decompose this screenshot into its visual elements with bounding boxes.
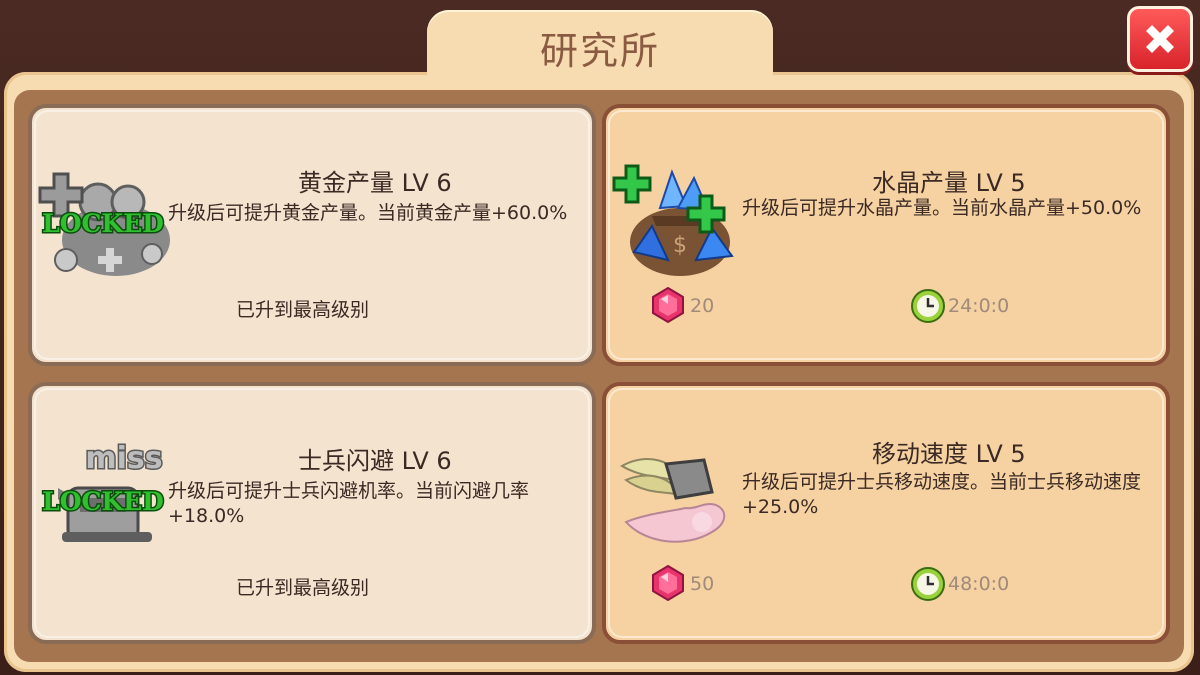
card-title: 移动速度 LV 5: [872, 440, 1026, 468]
locked-badge: LOCKED: [38, 484, 168, 522]
research-card-dodge: miss LOCKED 士兵闪避 LV 6 升级后可提升士兵闪避机率。当前闪避几…: [28, 382, 596, 644]
miss-label: miss: [85, 441, 162, 476]
locked-label: LOCKED: [42, 209, 164, 238]
card-description: 升级后可提升水晶产量。当前水晶产量+50.0%: [742, 197, 1142, 219]
card-title: 水晶产量 LV 5: [872, 169, 1026, 197]
max-level-status: 已升到最高级别: [236, 577, 370, 599]
svg-text:$: $: [673, 233, 687, 258]
locked-label: LOCKED: [42, 487, 164, 516]
close-button[interactable]: [1127, 6, 1193, 72]
research-card-crystal[interactable]: $ 水晶产量 LV 5 升级后可提升水晶产量。当前水晶产量+50.0% 20 2…: [602, 104, 1170, 366]
research-card-speed[interactable]: 移动速度 LV 5 升级后可提升士兵移动速度。当前士兵移动速度+25.0% 50…: [602, 382, 1170, 644]
max-level-status: 已升到最高级别: [236, 299, 370, 321]
winged-boot-icon: [616, 452, 740, 556]
card-description: 升级后可提升黄金产量。当前黄金产量+60.0%: [168, 202, 568, 224]
card-description: 升级后可提升士兵移动速度。当前士兵移动速度+25.0%: [742, 471, 1142, 518]
upgrade-time: 48:0:0: [948, 573, 1010, 595]
gem-cost: 20: [690, 295, 715, 317]
card-title: 士兵闪避 LV 6: [298, 447, 452, 475]
gem-icon: [650, 564, 686, 606]
card-description: 升级后可提升士兵闪避机率。当前闪避几率+18.0%: [168, 480, 530, 527]
clock-icon: [910, 288, 946, 328]
research-card-gold: LOCKED 黄金产量 LV 6 升级后可提升黄金产量。当前黄金产量+60.0%…: [28, 104, 596, 366]
close-icon: [1146, 25, 1174, 53]
gem-cost: 50: [690, 573, 715, 595]
window-title: 研究所: [539, 29, 660, 73]
card-title: 黄金产量 LV 6: [298, 169, 452, 197]
locked-badge: LOCKED: [38, 206, 168, 244]
clock-icon: [910, 566, 946, 606]
crystal-bag-icon: $: [612, 156, 742, 284]
gem-icon: [650, 286, 686, 328]
upgrade-time: 24:0:0: [948, 295, 1010, 317]
